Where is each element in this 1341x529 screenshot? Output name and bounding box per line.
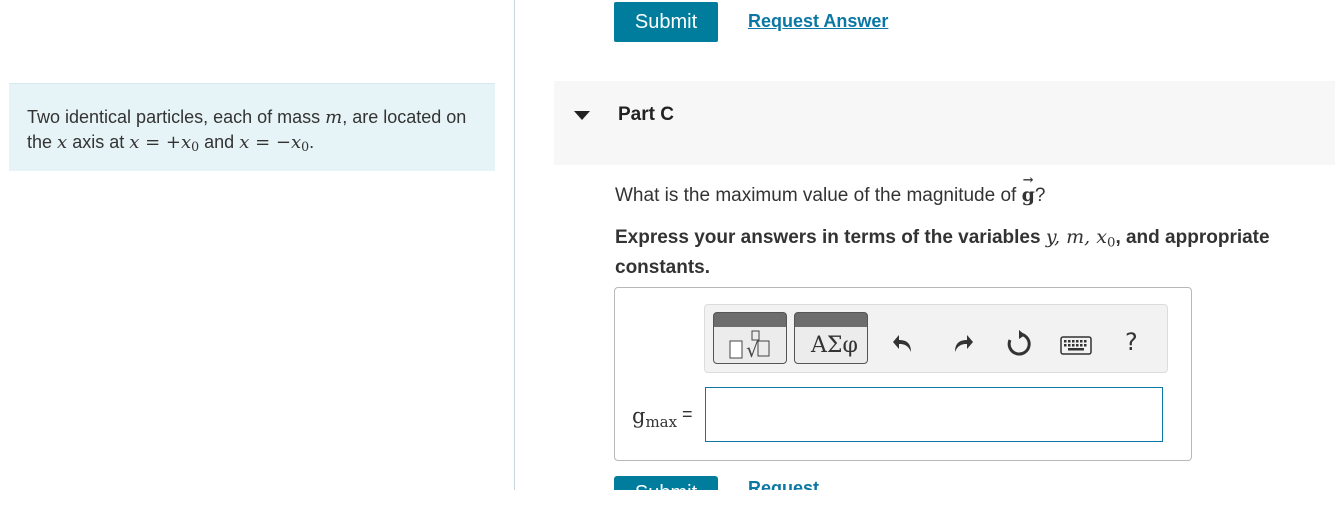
caret-down-icon[interactable] bbox=[574, 111, 590, 120]
problem-text: axis at bbox=[67, 132, 130, 152]
equation-positive: x = +x bbox=[129, 132, 192, 153]
problem-statement: Two identical particles, each of mass m,… bbox=[9, 83, 495, 171]
answer-subscript: max bbox=[645, 413, 678, 431]
answer-var: g bbox=[632, 404, 646, 428]
templates-button[interactable]: √ bbox=[713, 312, 787, 364]
request-answer-link-top[interactable]: Request Answer bbox=[748, 11, 888, 32]
svg-text:√: √ bbox=[746, 338, 759, 362]
redo-icon[interactable] bbox=[951, 330, 977, 356]
greek-symbols-button[interactable]: ΑΣφ bbox=[794, 312, 868, 364]
page-bottom-area bbox=[0, 490, 1341, 529]
submit-button-bottom[interactable]: Submit bbox=[614, 476, 718, 490]
instruction-prefix: Express your answers in terms of the var… bbox=[615, 227, 1046, 248]
var-x: x bbox=[57, 132, 68, 153]
greek-symbols-label: ΑΣφ bbox=[811, 333, 858, 358]
request-answer-label: Request Answer bbox=[748, 480, 820, 490]
instruction-text: Express your answers in terms of the var… bbox=[615, 225, 1315, 280]
part-c-title[interactable]: Part C bbox=[618, 104, 674, 126]
vector-g: g → bbox=[1022, 173, 1035, 206]
equation-negative: x = −x bbox=[239, 132, 302, 153]
var-m: m bbox=[325, 107, 343, 128]
answer-variable-label: gmax bbox=[632, 404, 677, 431]
question-text: What is the maximum value of the magnitu… bbox=[615, 173, 1046, 207]
templates-icon: √ bbox=[729, 330, 770, 362]
question-suffix: ? bbox=[1034, 185, 1046, 206]
submit-button-top[interactable]: Submit bbox=[614, 2, 718, 42]
question-prefix: What is the maximum value of the magnitu… bbox=[615, 185, 1022, 206]
keyboard-icon[interactable] bbox=[1060, 336, 1092, 356]
help-button[interactable]: ? bbox=[1125, 328, 1138, 356]
reset-icon[interactable] bbox=[1005, 330, 1033, 358]
subscript-zero: 0 bbox=[191, 139, 200, 155]
problem-text: Two identical particles, each of mass bbox=[27, 107, 326, 127]
submit-label: Submit bbox=[614, 482, 718, 490]
equals-sign: = bbox=[682, 404, 693, 424]
problem-text: and bbox=[199, 132, 240, 152]
variable-list: y, m, x bbox=[1045, 226, 1107, 248]
undo-icon[interactable] bbox=[891, 330, 917, 356]
problem-text: . bbox=[309, 132, 315, 152]
request-answer-link-bottom[interactable]: Request Answer bbox=[748, 480, 850, 490]
column-divider bbox=[514, 0, 515, 490]
answer-input[interactable] bbox=[705, 387, 1163, 442]
vector-arrow-icon: → bbox=[1022, 173, 1034, 188]
subscript-zero: 0 bbox=[301, 139, 310, 155]
